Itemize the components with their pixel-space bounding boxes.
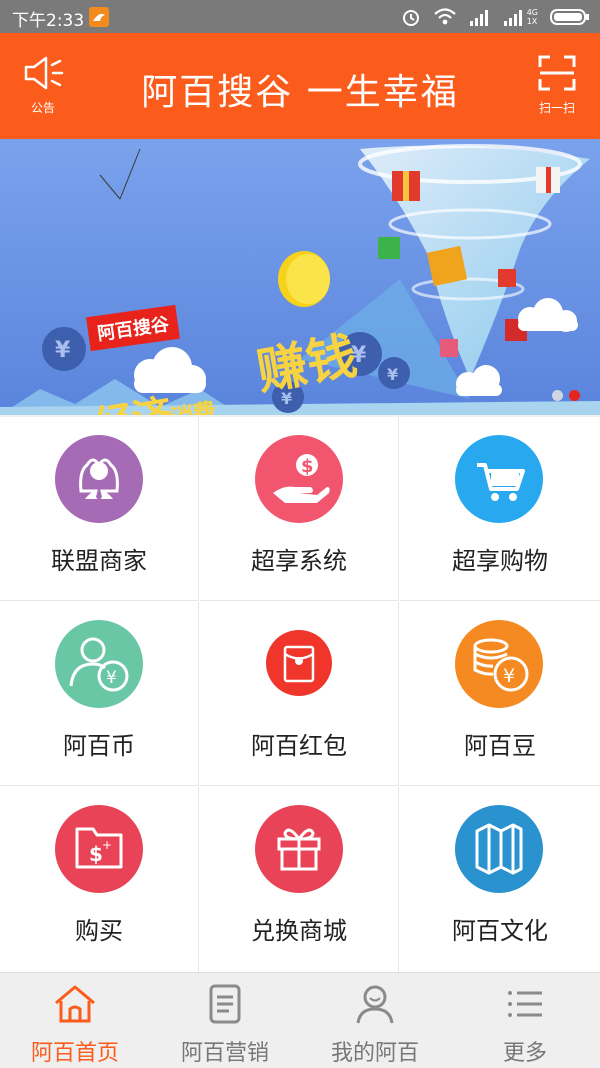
grid-label: 阿百文化 [452,917,548,945]
tab-label: 阿百营销 [180,1041,269,1066]
tab-more[interactable]: 更多 [450,973,600,1068]
page-title: 阿百搜谷 一生幸福 [141,72,459,113]
signal-icon [469,10,488,26]
user-coin-icon: ¥ [55,620,143,708]
battery-icon [550,9,589,25]
alarm-icon [402,10,419,26]
svg-text:¥: ¥ [387,365,398,384]
pager-dot-active[interactable] [569,390,580,401]
grid-label: 阿百币 [63,732,135,760]
grid-item-merchants[interactable]: 联盟商家 [0,417,199,601]
svg-text:¥: ¥ [55,338,71,363]
uc-browser-icon [89,7,109,27]
grid-label: 联盟商家 [51,547,147,575]
gift-icon [255,805,343,893]
scan-button[interactable]: 扫一扫 [522,53,592,125]
tab-label: 阿百首页 [30,1041,119,1066]
grid-label: 超享系统 [251,547,347,575]
banner-pager [552,390,580,401]
map-icon [455,805,543,893]
tab-label: 更多 [502,1041,547,1066]
pager-dot[interactable] [552,390,563,401]
folder-money-icon: $ + [55,805,143,893]
grid-item-shopping[interactable]: 超享购物 [400,417,600,601]
grid-item-system[interactable]: $ 超享系统 [200,417,399,601]
list-icon [508,991,542,1017]
network-type-sub: 1X [526,17,538,26]
tab-my-profile[interactable]: 我的阿百 [300,973,450,1068]
svg-text:$: $ [89,842,103,866]
scan-icon [538,55,576,91]
document-icon [209,984,241,1024]
grid-item-culture[interactable]: 阿百文化 [400,787,600,972]
shopping-cart-icon [455,435,543,523]
grid-label: 购买 [75,917,123,945]
grid-item-buy[interactable]: $ + 购买 [0,787,199,972]
status-icons: 4G 1X [401,5,590,29]
svg-text:¥: ¥ [106,668,117,688]
grid-item-bean[interactable]: ¥ 阿百豆 [400,602,600,786]
home-icon [55,985,95,1023]
hand-money-icon: $ [255,435,343,523]
tab-marketing[interactable]: 阿百营销 [150,973,300,1068]
svg-text:+: + [102,838,112,852]
tab-home[interactable]: 阿百首页 [0,973,150,1068]
wifi-icon [433,8,456,25]
status-bar: 下午2:33 4G 1X [0,0,600,33]
tab-label: 我的阿百 [330,1041,419,1066]
svg-text:$: $ [301,456,314,477]
status-time: 下午2:33 [12,11,85,31]
network-type: 4G [526,8,538,17]
grid-item-coin[interactable]: ¥ 阿百币 [0,602,199,786]
grid-label: 超享购物 [452,547,548,575]
grid-label: 兑换商城 [251,917,347,945]
user-icon [356,985,394,1024]
feature-grid: 联盟商家 $ 超享系统 超享购物 ¥ 阿百币 阿百红包 ¥ 阿百豆 $ + 购买… [0,417,600,972]
grid-label: 阿百豆 [464,732,536,760]
coin-stack-icon: ¥ [455,620,543,708]
merchant-group-icon [55,435,143,523]
network-indicator: 4G 1X [503,8,538,26]
red-envelope-icon [266,630,332,696]
bottom-tab-bar: 阿百首页 阿百营销 我的阿百 更多 [0,972,600,1067]
scan-label: 扫一扫 [538,101,575,115]
app-header: 公告 阿百搜谷 一生幸福 扫一扫 [0,33,600,139]
promo-banner[interactable]: ¥¥¥¥ 阿百搜谷 分享经济消费 赚钱 [0,139,600,415]
svg-text:¥: ¥ [503,665,515,687]
grid-label: 阿百红包 [251,732,347,760]
grid-item-redpacket[interactable]: 阿百红包 [200,602,399,786]
grid-item-exchange[interactable]: 兑换商城 [200,787,399,972]
